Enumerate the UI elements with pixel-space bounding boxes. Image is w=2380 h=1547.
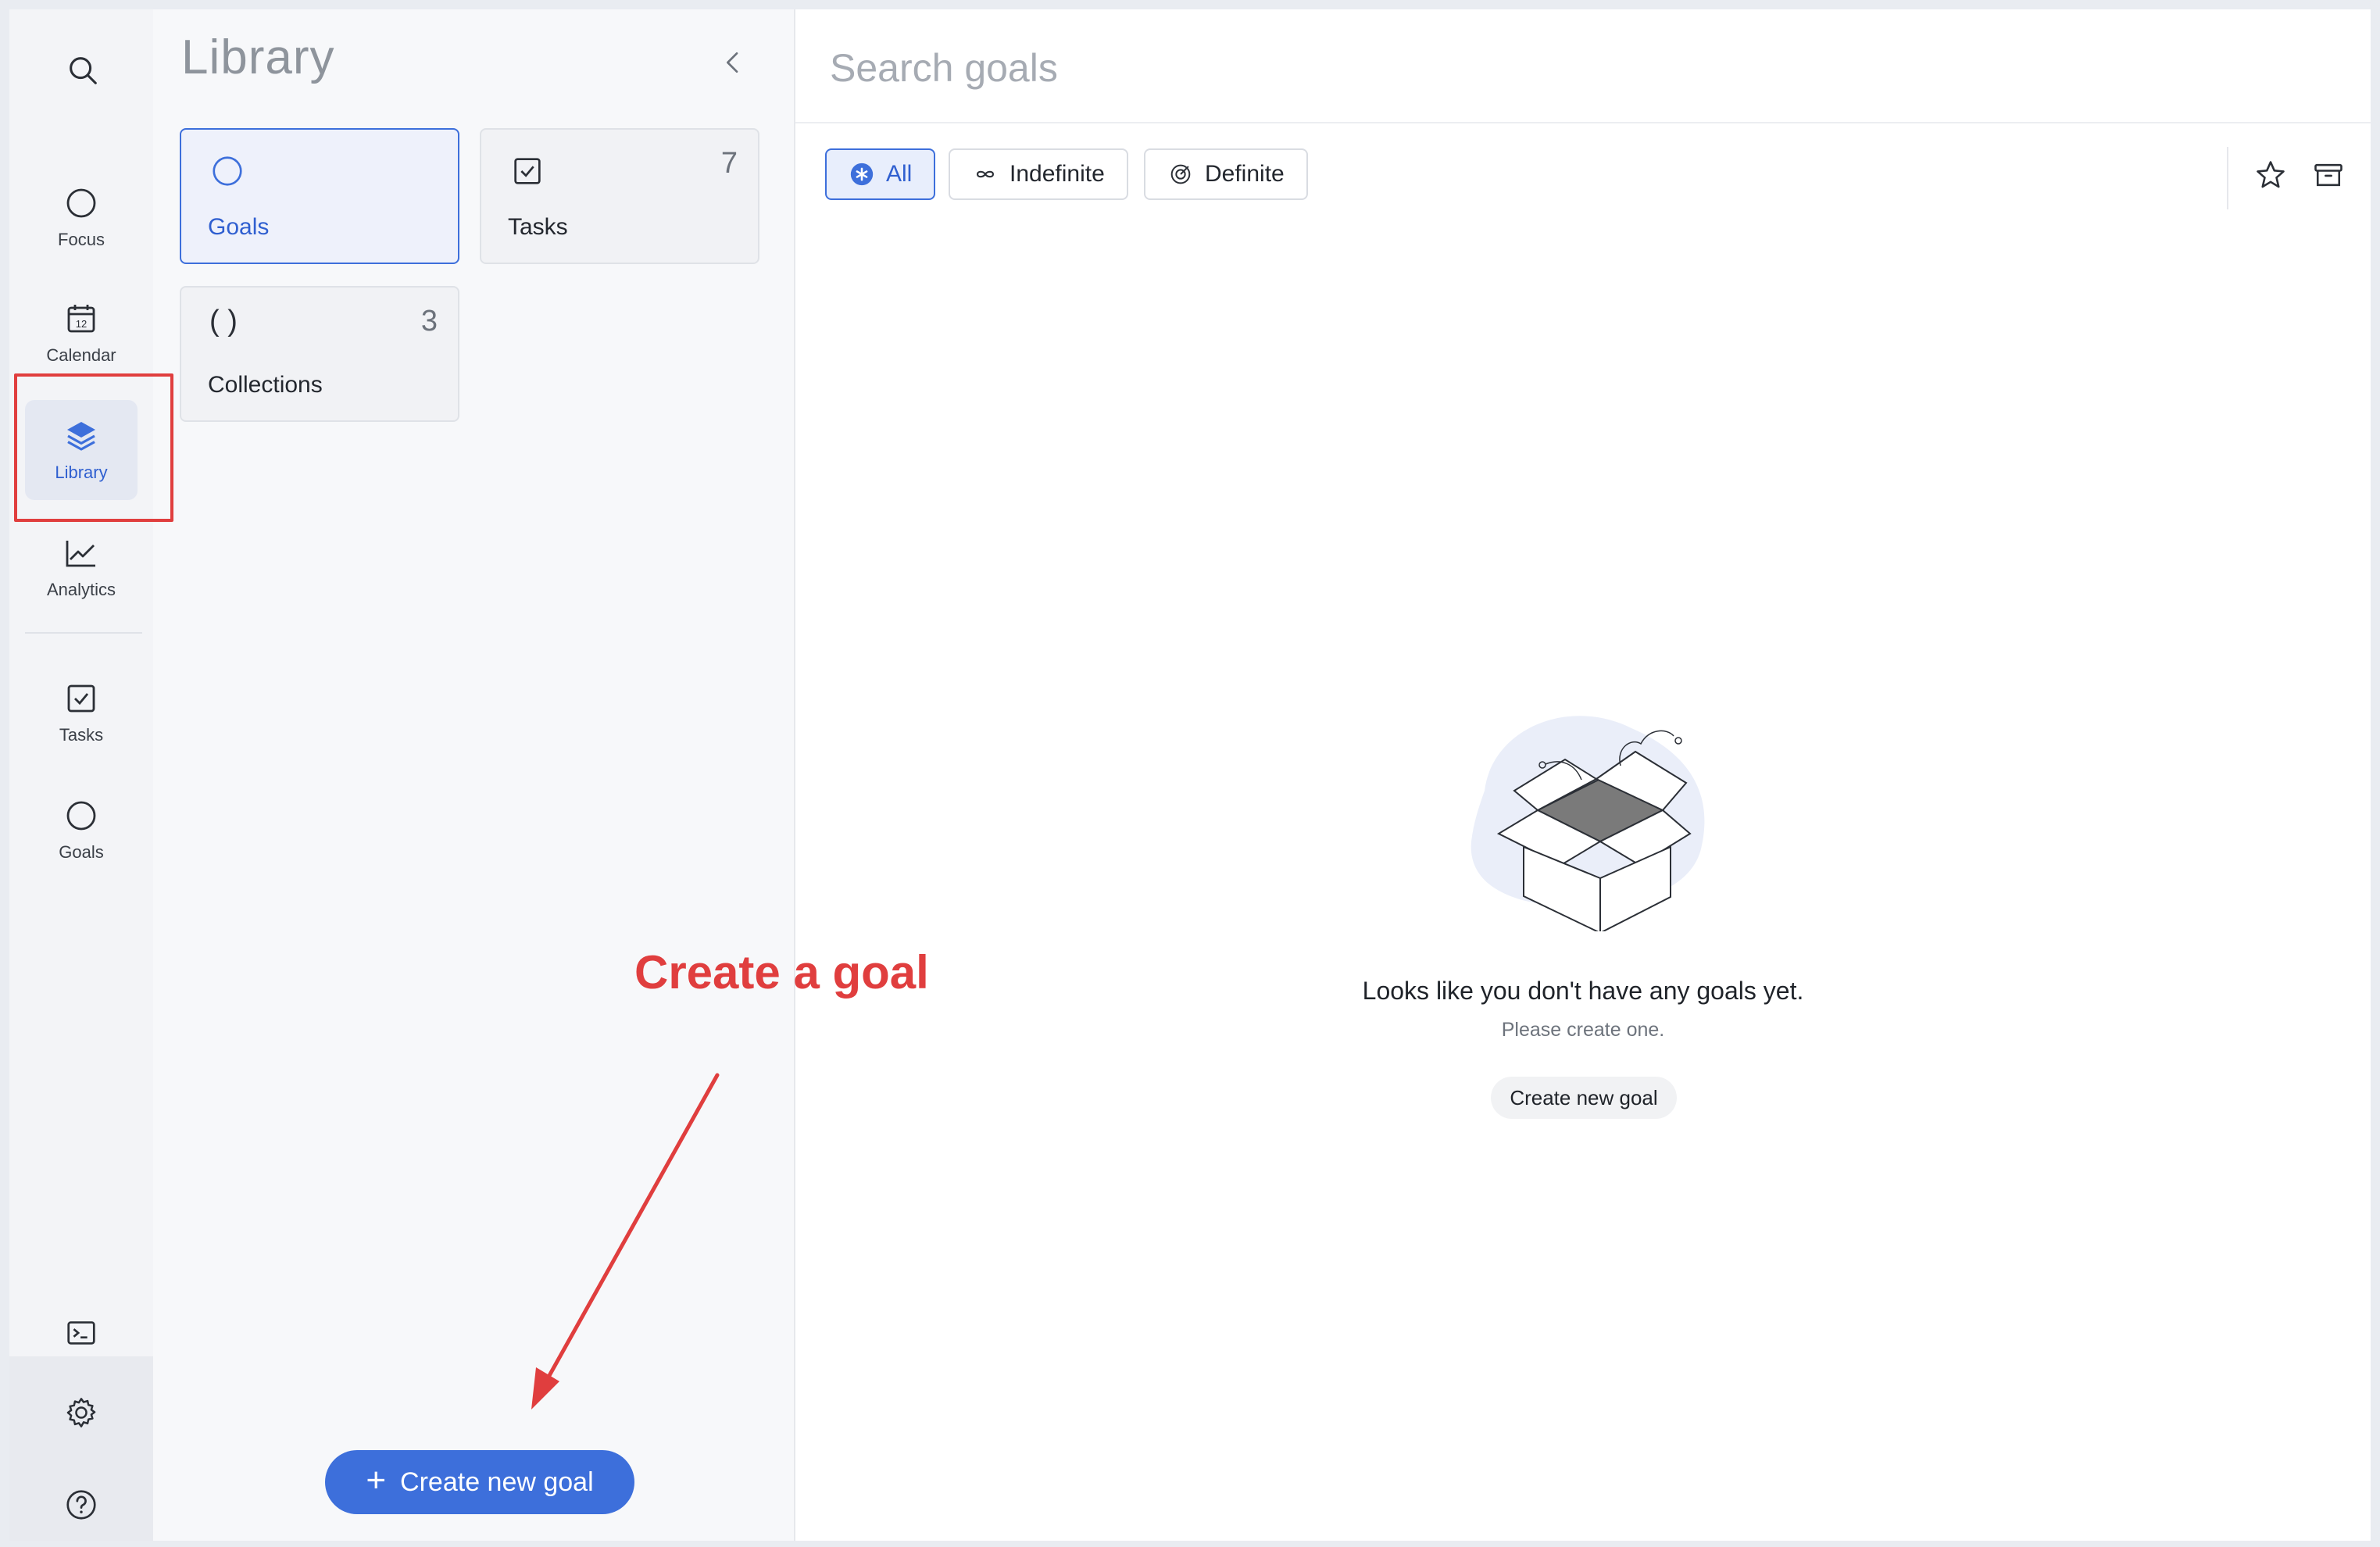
card-count: 7 (720, 147, 738, 180)
filter-label: All (886, 161, 913, 187)
search-input[interactable] (830, 41, 2236, 95)
terminal-button[interactable] (53, 1305, 109, 1361)
asterisk-icon (850, 163, 874, 186)
main-content: All Indefinite Definite (795, 9, 2371, 1541)
help-icon (66, 1490, 96, 1520)
nav-label: Goals (59, 842, 104, 862)
page-title: Library (181, 30, 335, 84)
search-button[interactable] (55, 42, 111, 98)
circle-icon (213, 156, 242, 186)
nav-label: Tasks (59, 725, 104, 745)
chevron-left-icon (727, 52, 738, 73)
filter-definite[interactable]: Definite (1144, 148, 1308, 200)
card-label: Collections (208, 372, 323, 398)
nav-label: Focus (58, 230, 105, 249)
empty-state-title: Looks like you don't have any goals yet. (1362, 977, 1804, 1005)
checkbox-icon (514, 158, 541, 184)
layers-icon (67, 422, 95, 451)
circle-icon (66, 801, 96, 831)
nav-item-focus[interactable]: Focus (25, 167, 138, 267)
nav-label: Library (55, 463, 108, 482)
filter-indefinite[interactable]: Indefinite (949, 148, 1128, 200)
nav-label: Analytics (46, 580, 116, 599)
favorites-button[interactable] (2250, 155, 2291, 195)
filter-label: Indefinite (1010, 161, 1105, 187)
library-card-goals[interactable]: Goals (180, 128, 459, 264)
filter-label: Definite (1205, 161, 1285, 187)
calendar-day: 12 (76, 318, 87, 330)
parentheses-icon: ( ) (209, 305, 238, 338)
archive-icon (2314, 163, 2342, 187)
chart-line-icon (66, 541, 95, 567)
nav-label: Calendar (46, 345, 116, 365)
app-window: Focus 12 Calendar Library Analytics Task… (9, 9, 2371, 1541)
nav-item-library[interactable]: Library (25, 400, 138, 500)
library-card-tasks[interactable]: 7 Tasks (480, 128, 759, 264)
filter-all[interactable]: All (825, 148, 936, 200)
card-label: Tasks (508, 214, 568, 240)
nav-rail: Focus 12 Calendar Library Analytics Task… (9, 9, 153, 1541)
checkbox-icon (67, 684, 95, 713)
annotation-text: Create a goal (634, 946, 929, 999)
settings-button[interactable] (53, 1384, 109, 1441)
toolbar-divider (2227, 147, 2228, 209)
rail-divider (25, 632, 142, 634)
nav-item-calendar[interactable]: 12 Calendar (25, 283, 138, 383)
calendar-icon: 12 (67, 305, 95, 333)
gear-icon (66, 1398, 96, 1427)
search-bar (795, 9, 2371, 123)
archive-button[interactable] (2308, 155, 2349, 195)
help-button[interactable] (53, 1477, 109, 1533)
nav-item-goals[interactable]: Goals (25, 780, 138, 880)
circle-icon (66, 188, 96, 218)
target-icon (1170, 164, 1191, 184)
create-new-goal-button[interactable]: + Create new goal (325, 1450, 634, 1514)
star-icon (2257, 161, 2285, 188)
collapse-panel-button[interactable] (714, 44, 752, 81)
search-icon (70, 57, 97, 84)
empty-create-goal-button[interactable]: Create new goal (1491, 1077, 1677, 1119)
library-panel: Library Goals 7 Tasks ( ) 3 Collections (153, 9, 795, 1541)
empty-state-subtitle: Please create one. (1501, 1019, 1665, 1041)
card-count: 3 (420, 305, 438, 338)
library-card-collections[interactable]: ( ) 3 Collections (180, 286, 459, 422)
empty-box-illustration (1471, 716, 1705, 931)
nav-item-tasks[interactable]: Tasks (25, 663, 138, 763)
button-label: Create new goal (400, 1467, 594, 1497)
card-label: Goals (208, 214, 270, 240)
terminal-icon (67, 1321, 95, 1345)
plus-icon: + (366, 1461, 387, 1499)
infinity-icon (977, 170, 994, 178)
nav-item-analytics[interactable]: Analytics (25, 517, 138, 617)
